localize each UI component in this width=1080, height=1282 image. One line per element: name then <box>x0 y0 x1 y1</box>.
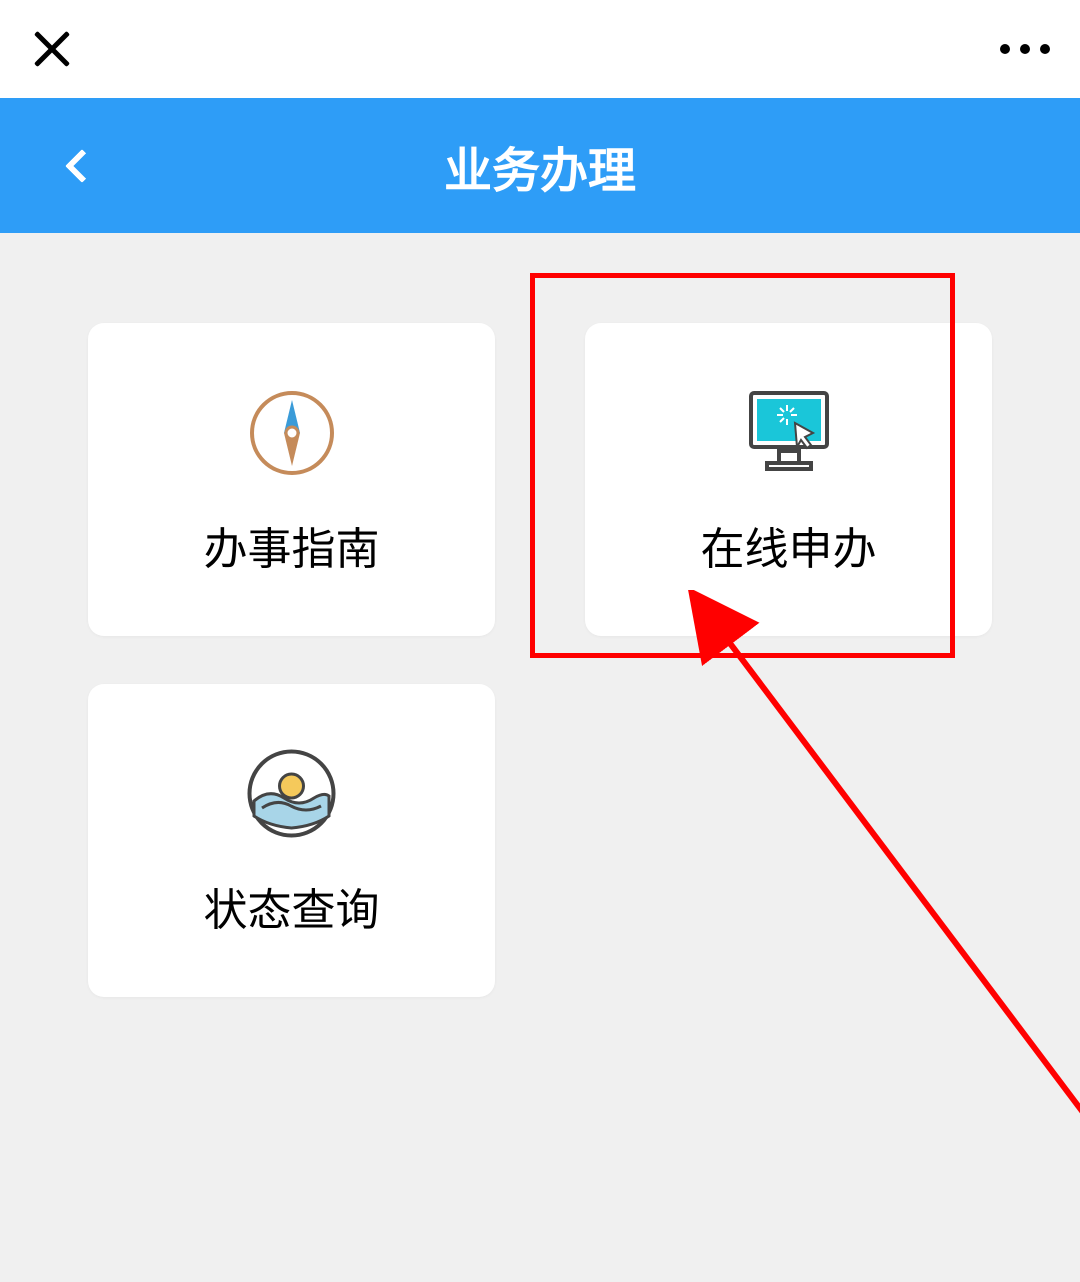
more-icon[interactable] <box>1000 44 1050 54</box>
compass-icon <box>242 383 342 483</box>
sunrise-water-icon <box>242 744 342 844</box>
close-icon[interactable] <box>30 27 74 71</box>
card-online-apply[interactable]: 在线申办 <box>585 323 992 636</box>
monitor-click-icon <box>739 383 839 483</box>
back-icon[interactable] <box>65 149 99 183</box>
card-label: 办事指南 <box>204 513 380 577</box>
card-status-query[interactable]: 状态查询 <box>88 684 495 997</box>
page-header: 业务办理 <box>0 98 1080 233</box>
card-grid: 办事指南 在线申办 <box>0 233 1080 997</box>
page-title: 业务办理 <box>444 131 636 201</box>
card-guide[interactable]: 办事指南 <box>88 323 495 636</box>
top-bar <box>0 0 1080 98</box>
card-label: 在线申办 <box>701 513 877 577</box>
card-label: 状态查询 <box>204 874 380 938</box>
